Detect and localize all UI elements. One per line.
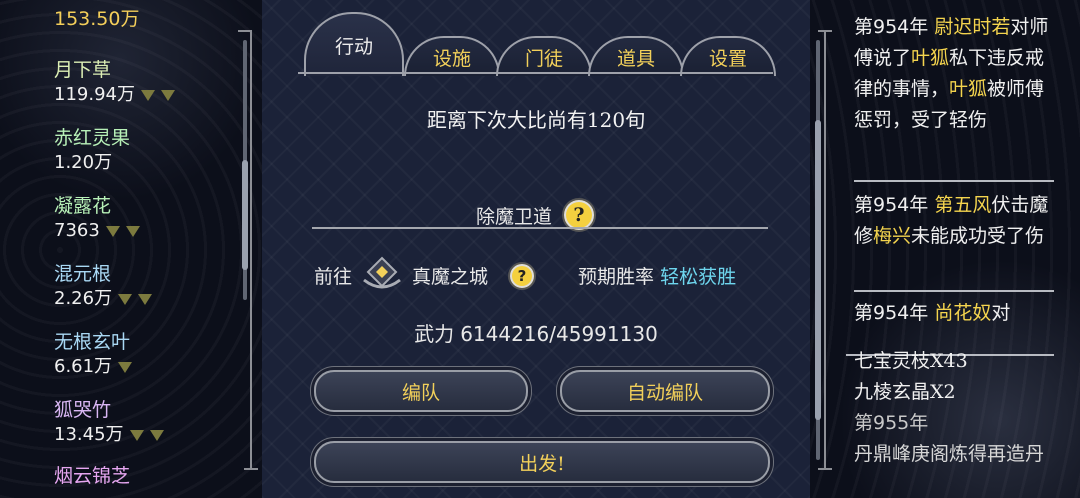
down-arrow-icon[interactable]: [160, 89, 175, 101]
herb-item[interactable]: 烟云锦芝: [54, 464, 130, 488]
herb-name: 无根玄叶: [54, 331, 131, 353]
herb-name: 混元根: [54, 263, 112, 285]
herb-item[interactable]: 赤红灵果 1.20万: [54, 126, 130, 176]
log-text: 对: [991, 302, 1011, 324]
down-arrow-icon[interactable]: [129, 429, 144, 441]
divider: [312, 227, 768, 229]
log-separator: [854, 180, 1054, 182]
destination-name[interactable]: 真魔之城: [412, 262, 488, 289]
tab-settings[interactable]: 设置: [680, 36, 776, 76]
currency-amount: 153.50万: [54, 8, 140, 30]
down-arrow-icon[interactable]: [140, 89, 155, 101]
location-selector-icon[interactable]: [362, 250, 402, 294]
log-name: 尚花奴: [934, 302, 992, 324]
log-text: 九棱玄晶X2: [854, 381, 956, 403]
log-year: 第954年: [854, 194, 929, 216]
right-scrollbar[interactable]: [815, 40, 821, 460]
down-arrow-icon[interactable]: [118, 361, 133, 373]
rail-cap: [818, 468, 832, 470]
down-arrow-icon[interactable]: [125, 225, 140, 237]
herb-name: 凝露花: [54, 195, 112, 217]
destination-help-icon[interactable]: ?: [508, 262, 536, 290]
tournament-countdown: 距离下次大比尚有120旬: [426, 108, 646, 132]
power-readout: 武力 6144216/45991130: [262, 318, 810, 347]
depart-button[interactable]: 出发!: [314, 441, 770, 483]
tab-items[interactable]: 道具: [588, 36, 684, 76]
expected-win-value: 轻松获胜: [660, 266, 737, 288]
herb-amount: 119.94万: [54, 84, 135, 105]
rail-cap: [244, 468, 258, 470]
log-name: 叶狐: [949, 78, 988, 100]
log-text: 未能成功受了伤: [911, 225, 1045, 247]
expected-win-label: 预期胜率: [578, 266, 655, 288]
log-name: 第五风: [934, 194, 992, 216]
auto-team-button[interactable]: 自动编队: [560, 370, 770, 412]
tab-facilities[interactable]: 设施: [404, 36, 500, 76]
herb-item[interactable]: 月下草 119.94万: [54, 58, 175, 108]
action-panel: 行动 设施 门徒 道具 设置 距离下次大比尚有120旬 除魔卫道 ? 前往 真魔…: [262, 0, 810, 498]
log-year: 第954年: [854, 302, 929, 324]
down-arrow-icon[interactable]: [149, 429, 164, 441]
log-entry: 七宝灵枝X43 九棱玄晶X2 第955年 丹鼎峰庚阁炼得再造丹: [854, 346, 1054, 470]
herb-amount: 7363: [54, 220, 100, 241]
herb-item[interactable]: 凝露花 7363: [54, 194, 140, 244]
right-rail: [824, 30, 826, 470]
log-year: 第955年: [854, 412, 929, 434]
herb-name: 烟云锦芝: [54, 465, 131, 487]
scrollbar-thumb[interactable]: [815, 120, 821, 420]
herb-name: 赤红灵果: [54, 127, 131, 149]
left-rail: [250, 30, 252, 470]
herb-item[interactable]: 无根玄叶 6.61万: [54, 330, 133, 380]
log-name: 梅兴: [873, 225, 912, 247]
herb-amount: 1.20万: [54, 152, 113, 173]
herb-amount: 2.26万: [54, 288, 113, 309]
log-name: 叶狐: [911, 47, 950, 69]
log-name: 尉迟时若: [934, 16, 1011, 38]
herb-item[interactable]: 混元根 2.26万: [54, 262, 153, 312]
power-value: 6144216/45991130: [460, 322, 658, 346]
section-title: 除魔卫道: [475, 205, 552, 228]
log-separator: [854, 290, 1054, 292]
log-entry: 第954年 尚花奴对: [854, 298, 1054, 329]
herb-item[interactable]: 狐哭竹 13.45万: [54, 398, 164, 448]
log-entry: 第954年 第五风伏击魔修梅兴未能成功受了伤: [854, 190, 1054, 252]
down-arrow-icon[interactable]: [118, 293, 133, 305]
tab-underline: [298, 72, 773, 74]
event-log-panel: 第954年 尉迟时若对师傅说了叶狐私下违反戒律的事情，叶狐被师傅惩罚，受了轻伤 …: [812, 0, 1080, 498]
tab-disciples[interactable]: 门徒: [496, 36, 592, 76]
log-year: 第954年: [854, 16, 929, 38]
scrollbar-thumb[interactable]: [242, 160, 248, 270]
down-arrow-icon[interactable]: [138, 293, 153, 305]
herb-name: 月下草: [54, 59, 112, 81]
herb-name: 狐哭竹: [54, 399, 112, 421]
tab-bar: 行动 设施 门徒 道具 设置: [294, 4, 776, 76]
goto-label: 前往: [314, 266, 353, 288]
down-arrow-icon[interactable]: [105, 225, 120, 237]
herb-amount: 13.45万: [54, 424, 124, 445]
herb-amount: 6.61万: [54, 356, 113, 377]
herb-inventory-panel: 153.50万 月下草 119.94万 赤红灵果 1.20万 凝露花 7363 …: [0, 0, 260, 498]
log-text: 七宝灵枝X43: [854, 350, 968, 372]
log-text: 丹鼎峰庚阁炼得再造丹: [854, 443, 1045, 465]
tab-action[interactable]: 行动: [304, 12, 404, 76]
team-button[interactable]: 编队: [314, 370, 528, 412]
log-entry: 第954年 尉迟时若对师傅说了叶狐私下违反戒律的事情，叶狐被师傅惩罚，受了轻伤: [854, 12, 1054, 136]
expected-win-rate: 预期胜率 轻松获胜: [578, 262, 736, 289]
power-label: 武力: [414, 322, 455, 346]
left-scrollbar[interactable]: [242, 40, 248, 300]
